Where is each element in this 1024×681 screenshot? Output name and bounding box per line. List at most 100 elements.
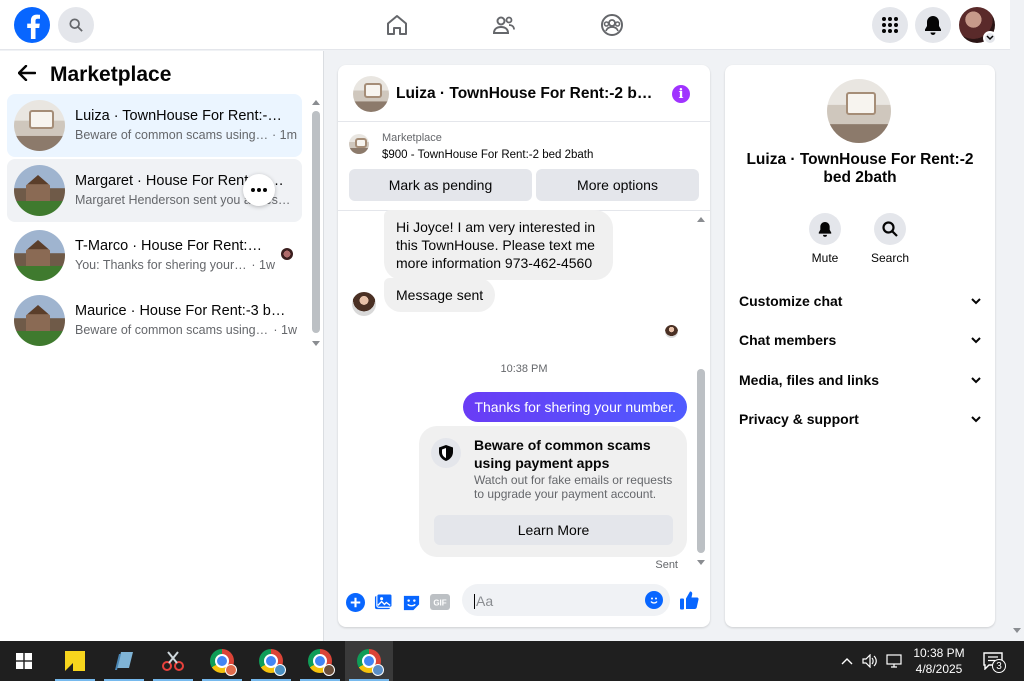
listing-title[interactable]: $900 - TownHouse For Rent:-2 bed 2bath xyxy=(382,149,593,161)
chat-title[interactable]: Luiza · TownHouse For Rent:-2 bed 2bath xyxy=(396,85,658,103)
chevron-up-icon[interactable] xyxy=(838,641,856,681)
conversation-item[interactable]: Maurice · House For Rent:-3 bed 2bath Be… xyxy=(7,289,302,352)
notifications-button[interactable] xyxy=(915,7,951,43)
mute-label: Mute xyxy=(811,251,839,265)
emoji-icon[interactable] xyxy=(645,591,663,609)
system-clock[interactable]: 10:38 PM 4/8/2025 xyxy=(904,645,974,677)
gif-icon[interactable]: GIF xyxy=(430,592,450,612)
notebook-icon xyxy=(115,652,133,670)
chat-window: Luiza · TownHouse For Rent:-2 bed 2bath … xyxy=(338,65,710,627)
conversation-item[interactable]: T-Marco · House For Rent:-3 bed 2bath Yo… xyxy=(7,224,302,287)
outgoing-message[interactable]: Thanks for shering your number. xyxy=(463,392,687,422)
network-icon[interactable] xyxy=(884,641,904,681)
scrollbar[interactable] xyxy=(697,369,705,553)
plus-icon[interactable] xyxy=(345,592,365,612)
chrome-icon xyxy=(308,649,335,676)
chat-avatar[interactable] xyxy=(353,76,389,112)
scam-warning-title: Beware of common scams using payment app… xyxy=(474,437,651,471)
search-in-chat-button[interactable]: Search xyxy=(860,213,920,265)
conversation-item[interactable]: Luiza · TownHouse For Rent:-2 bed 2bath … xyxy=(7,94,302,157)
chat-header: Luiza · TownHouse For Rent:-2 bed 2bath … xyxy=(338,65,710,122)
thumbs-up-icon[interactable] xyxy=(679,590,699,610)
scroll-down-arrow[interactable] xyxy=(697,560,705,565)
menu-button[interactable] xyxy=(872,7,908,43)
listing-thumbnail xyxy=(349,134,369,154)
info-icon[interactable]: i xyxy=(672,85,690,103)
notification-count: 3 xyxy=(992,659,1006,673)
sticky-notes-icon xyxy=(65,651,85,671)
page-scrollbar[interactable] xyxy=(1010,0,1024,641)
chrome-icon xyxy=(210,649,237,676)
conversation-name: Luiza · TownHouse For Rent:-2 bed 2bath xyxy=(75,108,287,124)
chevron-down-icon xyxy=(971,376,981,383)
windows-taskbar: 10:38 PM 4/8/2025 3 xyxy=(0,641,1024,681)
notification-center-button[interactable]: 3 xyxy=(980,641,1006,681)
windows-icon xyxy=(16,653,32,669)
windows-start-button[interactable] xyxy=(0,641,48,681)
chevron-down-icon xyxy=(971,415,981,422)
back-arrow-icon[interactable] xyxy=(17,64,37,86)
sender-avatar[interactable] xyxy=(352,292,376,316)
image-icon[interactable] xyxy=(373,592,393,612)
listing-thumbnail xyxy=(14,295,65,346)
chrome-profile-2[interactable] xyxy=(247,641,295,681)
learn-more-button[interactable]: Learn More xyxy=(434,515,673,545)
chat-info-panel: Luiza · TownHouse For Rent:-2 bed 2bath … xyxy=(725,65,995,627)
groups-icon[interactable] xyxy=(599,12,625,38)
search-button[interactable] xyxy=(58,7,94,43)
seen-avatar xyxy=(665,325,678,338)
notebook-app[interactable] xyxy=(100,641,148,681)
marketplace-listing-card: Marketplace $900 - TownHouse For Rent:-2… xyxy=(338,123,710,211)
account-avatar[interactable] xyxy=(959,7,997,45)
scroll-up-arrow[interactable] xyxy=(312,100,320,105)
conversation-snippet: Beware of common scams using payment app… xyxy=(75,323,297,337)
bell-icon xyxy=(809,213,841,245)
incoming-message[interactable]: Hi Joyce! I am very interested in this T… xyxy=(384,210,613,280)
snipping-tool-app[interactable] xyxy=(149,641,197,681)
scroll-down-arrow[interactable] xyxy=(1013,628,1021,633)
conversation-list-panel: Marketplace Luiza · TownHouse For Rent:-… xyxy=(0,51,324,641)
conversation-snippet: You: Thanks for shering your number.· 1w xyxy=(75,258,275,272)
chevron-down-icon xyxy=(971,297,981,304)
conversation-name: T-Marco · House For Rent:-3 bed 2bath xyxy=(75,238,265,254)
chrome-profile-4[interactable] xyxy=(345,641,393,681)
message-input[interactable]: Aa xyxy=(462,584,670,616)
more-options-button[interactable]: More options xyxy=(536,169,699,201)
friends-icon[interactable] xyxy=(491,12,517,38)
scam-warning-card: Beware of common scams using payment app… xyxy=(419,426,687,557)
message-timestamp: 10:38 PM xyxy=(500,363,548,375)
sticker-icon[interactable] xyxy=(401,592,421,612)
chrome-icon xyxy=(259,649,286,676)
conversation-options-button[interactable] xyxy=(243,174,275,206)
scroll-up-arrow[interactable] xyxy=(697,217,705,222)
svg-text:GIF: GIF xyxy=(433,599,446,608)
chevron-down-icon xyxy=(971,336,981,343)
media-files-links-row[interactable]: Media, files and links xyxy=(739,368,981,392)
conversation-name: Maurice · House For Rent:-3 bed 2bath xyxy=(75,303,287,319)
facebook-logo[interactable] xyxy=(14,7,50,43)
chrome-profile-3[interactable] xyxy=(296,641,344,681)
search-icon xyxy=(69,18,83,32)
scrollbar[interactable] xyxy=(312,111,320,333)
chrome-icon xyxy=(357,649,384,676)
chat-profile-image[interactable] xyxy=(827,79,891,143)
menu-grid-icon xyxy=(882,17,898,33)
incoming-message[interactable]: Message sent xyxy=(384,278,496,312)
scissors-icon xyxy=(162,651,184,671)
top-navigation-bar xyxy=(0,0,1010,50)
mark-as-pending-button[interactable]: Mark as pending xyxy=(349,169,532,201)
privacy-support-row[interactable]: Privacy & support xyxy=(739,407,981,431)
read-receipt-avatar xyxy=(281,248,293,260)
chrome-profile-1[interactable] xyxy=(198,641,246,681)
marketplace-label: Marketplace xyxy=(382,132,442,144)
customize-chat-row[interactable]: Customize chat xyxy=(739,289,981,313)
listing-thumbnail xyxy=(14,100,65,151)
volume-icon[interactable] xyxy=(860,641,880,681)
conversation-snippet: Beware of common scams using payment app… xyxy=(75,128,297,142)
home-icon[interactable] xyxy=(384,12,410,38)
listing-thumbnail xyxy=(14,165,65,216)
sticky-notes-app[interactable] xyxy=(51,641,99,681)
chat-members-row[interactable]: Chat members xyxy=(739,328,981,352)
scroll-down-arrow[interactable] xyxy=(312,341,320,346)
mute-button[interactable]: Mute xyxy=(795,213,855,265)
